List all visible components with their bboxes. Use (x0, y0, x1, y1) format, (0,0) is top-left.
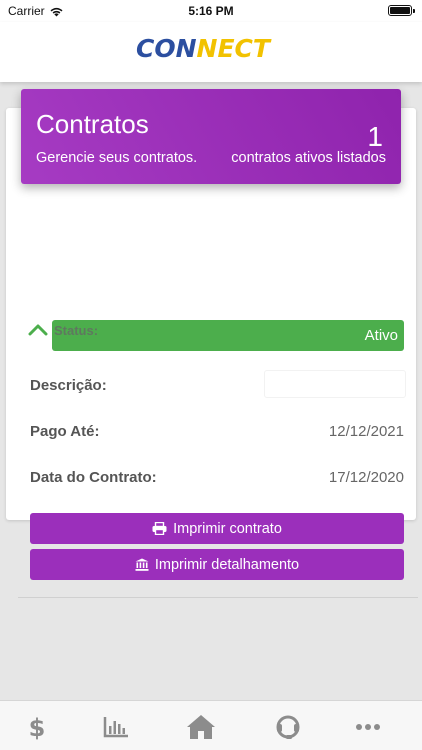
description-label: Descrição: (30, 377, 107, 394)
status-value: Ativo (364, 327, 398, 344)
page-subtitle: Gerencie seus contratos. (36, 150, 198, 166)
paid-until-value: 12/12/2021 (328, 423, 404, 440)
headset-icon (276, 715, 300, 739)
contracts-banner: Contratos Gerencie seus contratos. 1 con… (21, 89, 401, 184)
tab-financial[interactable]: $ (21, 713, 53, 741)
contract-date-label: Data do Contrato: (30, 469, 157, 486)
app-header: CONNECT (0, 22, 422, 82)
bar-chart-icon (103, 717, 128, 738)
description-field (264, 370, 406, 398)
clock: 5:16 PM (188, 4, 234, 18)
tab-more[interactable] (352, 713, 384, 741)
bottom-tab-bar: $ (0, 700, 422, 750)
tab-home[interactable] (185, 713, 217, 741)
dollar-icon: $ (29, 714, 46, 740)
connect-logo: CONNECT (136, 36, 288, 62)
print-details-button[interactable]: Imprimir detalhamento (30, 549, 404, 580)
print-contract-button[interactable]: Imprimir contrato (30, 513, 404, 544)
logo-part-con: CON (136, 34, 197, 63)
chevron-up-icon[interactable] (28, 323, 48, 337)
print-contract-label: Imprimir contrato (173, 520, 282, 537)
status-badge: Status: Ativo (52, 320, 404, 351)
bank-icon (135, 558, 149, 571)
svg-text:$: $ (29, 714, 46, 740)
active-contracts-label: contratos ativos listados (231, 150, 386, 166)
tab-reports[interactable] (100, 713, 132, 741)
logo-part-nect: NECT (196, 34, 270, 63)
more-icon (356, 724, 380, 730)
page-title: Contratos (36, 109, 149, 139)
printer-icon (152, 522, 167, 535)
active-contracts-count: 1 (367, 121, 383, 152)
home-icon (187, 715, 215, 739)
battery-icon (388, 5, 415, 16)
status-label: Status: (54, 323, 99, 338)
ios-status-bar: Carrier 5:16 PM (0, 0, 422, 22)
contract-item: Status: Ativo Descrição: Pago Até: 12/12… (18, 311, 418, 598)
print-details-label: Imprimir detalhamento (154, 556, 300, 573)
contract-date-value: 17/12/2020 (328, 469, 404, 486)
tab-support[interactable] (272, 713, 304, 741)
paid-until-label: Pago Até: (30, 423, 100, 440)
